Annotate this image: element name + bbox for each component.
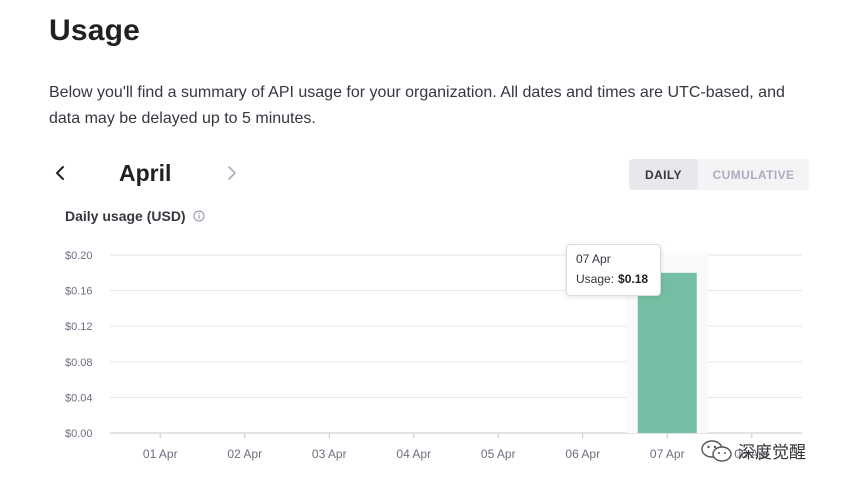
tooltip-usage-row: Usage: $0.18 [576, 271, 651, 288]
x-tick-label: 05 Apr [481, 447, 516, 461]
x-tick-label: 06 Apr [565, 447, 600, 461]
tooltip-usage-value: $0.18 [618, 272, 649, 286]
bar-07-apr [637, 272, 697, 433]
tooltip-usage-label: Usage: [576, 272, 615, 286]
x-tick-label: 04 Apr [396, 447, 431, 461]
x-tick-label: 03 Apr [312, 447, 347, 461]
tooltip-date: 07 Apr [576, 252, 611, 266]
daily-usage-chart: $0.00 $0.04 $0.08 $0.12 $0.16 $0.20 01 Apr 02 A… [65, 250, 802, 461]
y-tick-label: $0.00 [65, 428, 93, 440]
y-tick-label: $0.12 [65, 321, 93, 333]
x-tick-label: 01 Apr [143, 447, 178, 461]
y-tick-label: $0.16 [65, 286, 93, 298]
y-tick-label: $0.04 [65, 392, 93, 404]
x-tick-label: 07 Apr [650, 447, 685, 461]
watermark-text: 深度觉醒 [738, 443, 806, 463]
x-tick-label: 02 Apr [227, 447, 262, 461]
y-tick-label: $0.08 [65, 357, 93, 369]
chart-tooltip: 07 Apr Usage: $0.18 [566, 244, 661, 296]
wechat-icon [701, 439, 732, 462]
watermark: 深度觉醒 [700, 438, 806, 463]
y-tick-label: $0.20 [65, 250, 93, 262]
